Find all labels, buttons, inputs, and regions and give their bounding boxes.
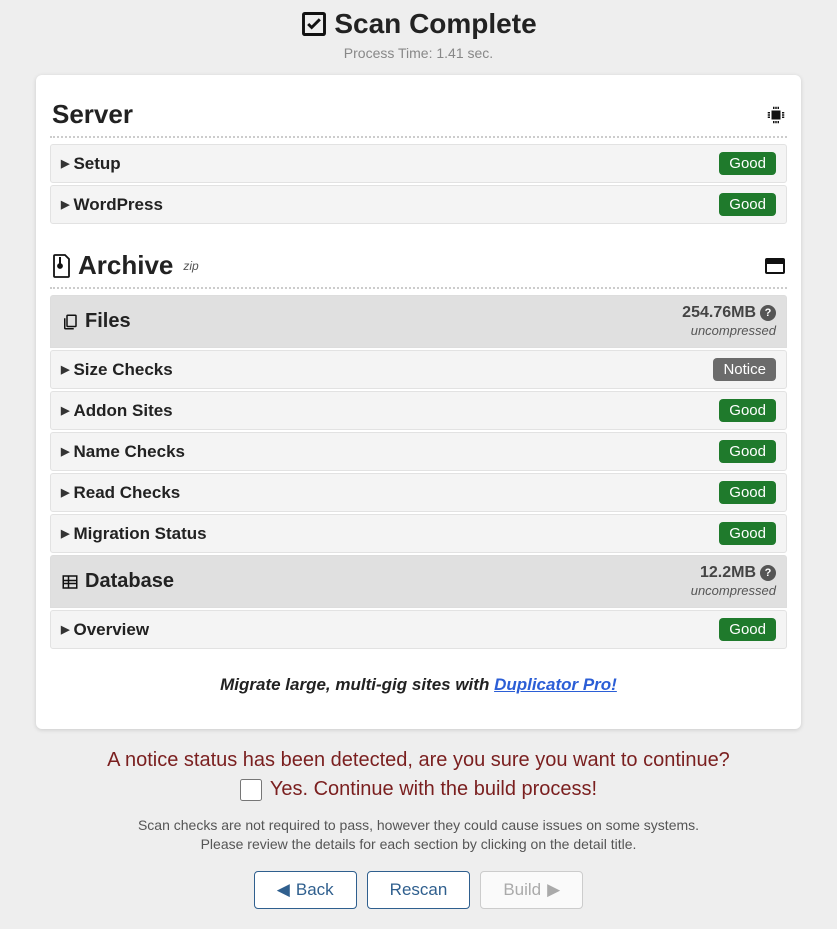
database-note: uncompressed <box>691 583 776 598</box>
row-label: Migration Status <box>73 524 206 544</box>
caret-right-icon: ▶ <box>61 157 69 170</box>
row-label: Addon Sites <box>73 401 172 421</box>
title-text: Scan Complete <box>334 8 536 40</box>
files-note: uncompressed <box>691 323 776 338</box>
database-size: 12.2MB <box>700 564 756 582</box>
status-badge: Good <box>719 522 776 545</box>
confirm-checkbox[interactable] <box>240 779 262 801</box>
database-title: Database <box>85 570 174 593</box>
triangle-right-icon: ▶ <box>547 880 560 900</box>
files-size: 254.76MB <box>682 304 756 322</box>
archive-rows: Files 254.76MB ? uncompressed ▶ Size Chec… <box>50 295 787 649</box>
files-row[interactable]: ▶ Read Checks Good <box>50 473 787 512</box>
caret-right-icon: ▶ <box>61 486 69 499</box>
database-subhead: Database 12.2MB ? uncompressed <box>50 555 787 608</box>
row-label: Name Checks <box>73 442 185 462</box>
back-button[interactable]: ◀ Back <box>254 871 357 909</box>
archive-format: zip <box>183 259 198 273</box>
server-row[interactable]: ▶ WordPress Good <box>50 185 787 224</box>
files-row[interactable]: ▶ Size Checks Notice <box>50 350 787 389</box>
server-row[interactable]: ▶ Setup Good <box>50 144 787 183</box>
files-copy-icon <box>61 313 79 331</box>
server-rows: ▶ Setup Good ▶ WordPress Good <box>50 144 787 224</box>
rescan-button[interactable]: Rescan <box>367 871 471 909</box>
row-label: Setup <box>73 154 120 174</box>
table-icon <box>61 573 79 591</box>
caret-right-icon: ▶ <box>61 404 69 417</box>
caret-right-icon: ▶ <box>61 527 69 540</box>
caret-right-icon: ▶ <box>61 363 69 376</box>
confirm-text: Yes. Continue with the build process! <box>270 778 597 801</box>
duplicator-pro-link[interactable]: Duplicator Pro! <box>494 675 617 694</box>
scan-panel: Server ▶ Setup Good ▶ WordPress Good Archive … <box>36 75 801 729</box>
footer: A notice status has been detected, are y… <box>0 743 837 929</box>
checkbox-checked-icon <box>300 10 328 38</box>
triangle-left-icon: ◀ <box>277 880 290 900</box>
help-icon[interactable]: ? <box>760 565 776 581</box>
files-subhead: Files 254.76MB ? uncompressed <box>50 295 787 348</box>
row-label: Overview <box>73 620 149 640</box>
help-icon[interactable]: ? <box>760 305 776 321</box>
page-title: Scan Complete <box>300 8 536 40</box>
files-row[interactable]: ▶ Migration Status Good <box>50 514 787 553</box>
window-icon <box>765 258 785 274</box>
status-badge: Good <box>719 399 776 422</box>
server-heading: Server <box>50 93 787 138</box>
server-title: Server <box>52 99 133 130</box>
confirm-checkbox-label[interactable]: Yes. Continue with the build process! <box>240 778 597 801</box>
button-row: ◀ Back Rescan Build ▶ <box>36 871 801 909</box>
process-time: Process Time: 1.41 sec. <box>0 45 837 61</box>
caret-right-icon: ▶ <box>61 198 69 211</box>
archive-zip-icon <box>52 254 72 278</box>
files-row[interactable]: ▶ Addon Sites Good <box>50 391 787 430</box>
status-badge: Good <box>719 152 776 175</box>
row-label: Read Checks <box>73 483 180 503</box>
status-badge: Good <box>719 193 776 216</box>
page-header: Scan Complete Process Time: 1.41 sec. <box>0 0 837 67</box>
files-title: Files <box>85 310 131 333</box>
status-badge: Good <box>719 481 776 504</box>
status-badge: Good <box>719 618 776 641</box>
status-badge: Notice <box>713 358 776 381</box>
row-label: WordPress <box>73 195 162 215</box>
promo-text: Migrate large, multi-gig sites with Dupl… <box>50 675 787 695</box>
caret-right-icon: ▶ <box>61 623 69 636</box>
build-button[interactable]: Build ▶ <box>480 871 583 909</box>
notice-warning: A notice status has been detected, are y… <box>36 749 801 772</box>
status-badge: Good <box>719 440 776 463</box>
footer-hint: Scan checks are not required to pass, ho… <box>36 816 801 855</box>
archive-heading: Archive zip <box>50 244 787 289</box>
caret-right-icon: ▶ <box>61 445 69 458</box>
row-label: Size Checks <box>73 360 172 380</box>
files-row[interactable]: ▶ Name Checks Good <box>50 432 787 471</box>
database-row[interactable]: ▶ Overview Good <box>50 610 787 649</box>
chip-icon <box>767 106 785 124</box>
archive-title: Archive <box>78 250 173 281</box>
